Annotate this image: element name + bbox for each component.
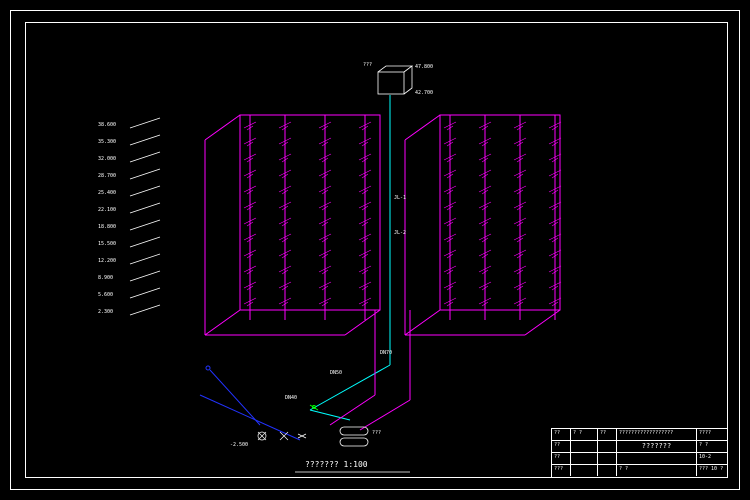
floor-elev-left	[130, 118, 160, 315]
valve-symbols	[258, 432, 306, 440]
floor-elev-4: 25.400	[98, 190, 116, 196]
tb-r1c2: ? ?	[571, 429, 598, 440]
tb-r4c1: ???	[552, 465, 571, 476]
riser-label-2: JL-2	[394, 230, 406, 236]
tb-sheet2: 10-2	[697, 453, 727, 464]
pump-label: ???	[372, 430, 381, 436]
tb-r1c1: ??	[552, 429, 571, 440]
tb-r1-end: ????	[697, 429, 727, 440]
floor-elev-11: 2.300	[98, 309, 113, 315]
water-tank	[378, 66, 412, 94]
floor-elev-10: 5.600	[98, 292, 113, 298]
title-block: ?? ? ? ?? ?????????????????? ???? ?? ???…	[551, 428, 728, 478]
risers	[250, 115, 555, 320]
tank-elev-bot: 42.700	[415, 90, 433, 96]
tb-r3c1: ??	[552, 453, 571, 464]
drawing-title: ??????? 1:100	[305, 460, 368, 469]
drawing-svg	[0, 0, 750, 500]
tb-r1c3: ??	[598, 429, 617, 440]
tank-elev-top: 47.800	[415, 64, 433, 70]
floor-elev-8: 12.200	[98, 258, 116, 264]
floor-elev-6: 18.800	[98, 224, 116, 230]
tb-r2c3	[598, 441, 617, 452]
floor-elev-3: 28.700	[98, 173, 116, 179]
floor-elev-0: 38.600	[98, 122, 116, 128]
tb-main-title: ???????	[617, 441, 697, 452]
tb-r1-long: ??????????????????	[617, 429, 697, 440]
cad-canvas: ??? 47.800 42.700 JL-1 JL-2 DN40 DN50 DN…	[0, 0, 750, 500]
floor-elev-2: 32.000	[98, 156, 116, 162]
inlet-elev: -2.500	[230, 442, 248, 448]
inlet-blue	[200, 366, 300, 440]
pipe-label-3: DN70	[380, 350, 392, 356]
riser-label-1: JL-1	[394, 195, 406, 201]
pipe-label-1: DN40	[285, 395, 297, 401]
tb-sheet3: ? ?	[617, 465, 697, 476]
building-outline-right	[405, 115, 560, 335]
tb-r2c1: ??	[552, 441, 571, 452]
tb-sheet4: ??? 10 ?	[697, 465, 727, 476]
floor-elev-5: 22.100	[98, 207, 116, 213]
floor-elev-1: 35.300	[98, 139, 116, 145]
tb-r2c2	[571, 441, 598, 452]
floor-elev-9: 8.900	[98, 275, 113, 281]
tank-label: ???	[363, 62, 372, 68]
supply-cyan	[310, 95, 390, 420]
floor-elev-7: 15.500	[98, 241, 116, 247]
tb-sheet1: ? ?	[697, 441, 727, 452]
building-outline-left	[205, 115, 380, 335]
pumps	[340, 427, 368, 446]
pipe-label-2: DN50	[330, 370, 342, 376]
